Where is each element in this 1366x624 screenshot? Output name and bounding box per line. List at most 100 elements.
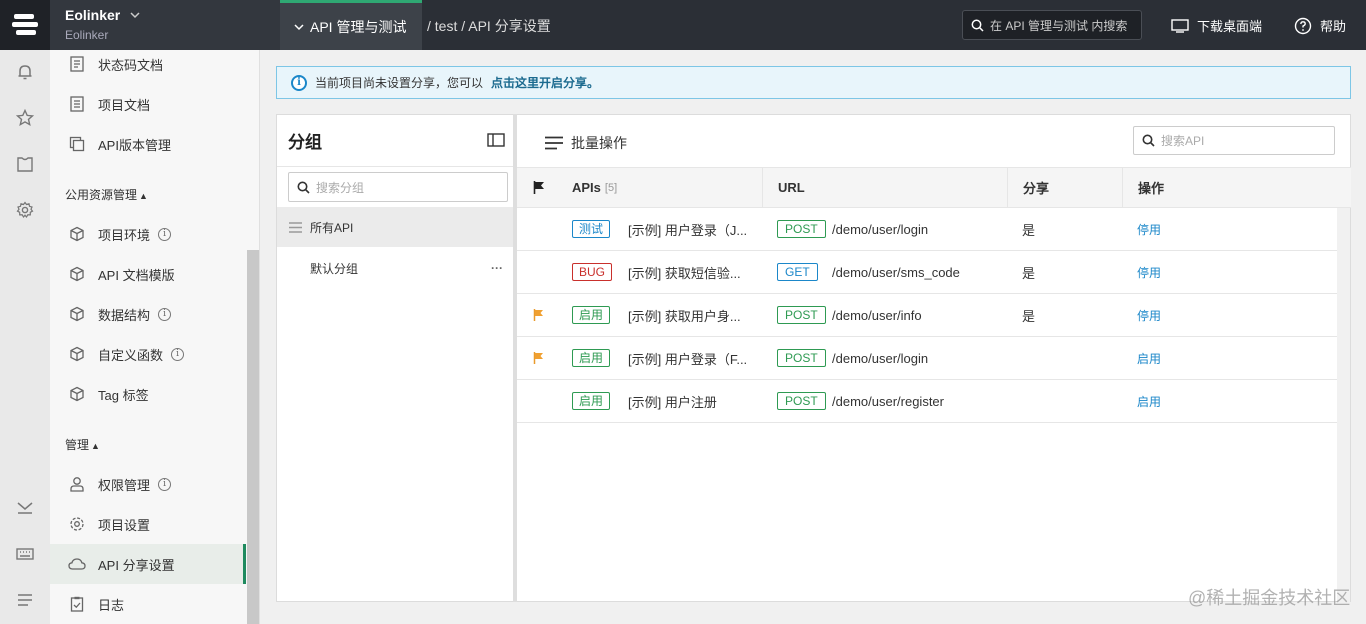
table-row[interactable]: 启用 [示例] 用户登录（F... POST /demo/user/login … xyxy=(517,337,1337,380)
more-options-icon[interactable]: ··· xyxy=(491,261,503,275)
nav-custom-functions[interactable]: 自定义函数 i xyxy=(50,334,246,374)
help-button[interactable]: 帮助 xyxy=(1294,16,1346,35)
project-module-tab[interactable]: API 管理与测试 xyxy=(280,0,422,50)
info-icon[interactable]: i xyxy=(171,347,185,361)
table-row[interactable]: 测试 [示例] 用户登录（J... POST /demo/user/login … xyxy=(517,208,1337,251)
group-panel-title: 分组 xyxy=(288,133,322,152)
star-flag-icon[interactable] xyxy=(533,294,544,336)
cube-icon xyxy=(68,225,86,243)
method-badge: POST xyxy=(777,306,826,324)
nav-label: 项目环境 xyxy=(98,227,151,243)
enable-share-link[interactable]: 点击这里开启分享。 xyxy=(491,74,599,91)
api-url: /demo/user/register xyxy=(832,393,944,409)
nav-label: API版本管理 xyxy=(98,137,171,153)
nav-label: 项目设置 xyxy=(98,517,151,533)
nav-label: 状态码文档 xyxy=(98,57,164,73)
help-icon xyxy=(1294,17,1312,34)
nav-api-doc-template[interactable]: API 文档模版 xyxy=(50,254,246,294)
api-search-placeholder: 搜索API xyxy=(1161,134,1205,148)
column-share[interactable]: 分享 xyxy=(1007,168,1122,207)
shirt-icon[interactable] xyxy=(15,154,35,174)
cube-icon xyxy=(68,305,86,323)
caret-up-icon: ▲ xyxy=(139,191,148,201)
group-default[interactable]: 默认分组 ··· xyxy=(277,248,513,288)
status-badge[interactable]: 启用 xyxy=(572,349,611,367)
toggle-share-link[interactable]: 停用 xyxy=(1137,251,1161,293)
nav-permissions[interactable]: 权限管理 i xyxy=(50,464,246,504)
star-icon[interactable] xyxy=(15,108,35,128)
workspace-switcher[interactable]: Eolinker Eolinker xyxy=(50,0,280,50)
status-badge[interactable]: BUG xyxy=(572,263,613,281)
nav-data-structures[interactable]: 数据结构 i xyxy=(50,294,246,334)
api-name[interactable]: [示例] 获取短信验... xyxy=(628,251,741,293)
menu-icon[interactable] xyxy=(15,590,35,610)
nav-tags[interactable]: Tag 标签 xyxy=(50,374,246,414)
top-bar: Eolinker Eolinker API 管理与测试 / test / API… xyxy=(0,0,1366,50)
nav-project-docs[interactable]: 项目文档 xyxy=(50,84,246,124)
toggle-share-link[interactable]: 启用 xyxy=(1137,380,1161,422)
collapse-down-icon[interactable] xyxy=(15,498,35,518)
keyboard-icon[interactable] xyxy=(15,544,35,564)
app-logo[interactable] xyxy=(0,0,50,50)
section-manage[interactable]: 管理 ▲ xyxy=(65,436,100,453)
group-all-apis[interactable]: 所有API xyxy=(277,207,513,247)
nav-logs[interactable]: 日志 xyxy=(50,584,246,624)
nav-project-env[interactable]: 项目环境 i xyxy=(50,214,246,254)
list-document-icon xyxy=(68,95,86,113)
monitor-icon xyxy=(1171,18,1189,33)
toggle-share-link[interactable]: 停用 xyxy=(1137,208,1161,250)
table-row[interactable]: 启用 [示例] 获取用户身... POST /demo/user/info 是 … xyxy=(517,294,1337,337)
sidebar-toggle-icon[interactable] xyxy=(487,133,505,147)
cube-icon xyxy=(68,385,86,403)
bell-icon[interactable] xyxy=(15,62,35,82)
section-shared-resources[interactable]: 公用资源管理 ▲ xyxy=(65,186,148,203)
status-badge[interactable]: 启用 xyxy=(572,306,611,324)
method-badge: POST xyxy=(777,349,826,367)
breadcrumb: / test / API 分享设置 xyxy=(427,18,551,34)
column-action-label: 操作 xyxy=(1138,181,1165,196)
column-action: 操作 xyxy=(1122,168,1351,207)
batch-operation-button[interactable]: 批量操作 xyxy=(545,133,627,153)
global-search-input[interactable]: 在 API 管理与测试 内搜索 xyxy=(962,10,1142,40)
status-badge[interactable]: 启用 xyxy=(572,392,611,410)
column-url-label: URL xyxy=(778,180,805,195)
method-badge: POST xyxy=(777,392,826,410)
project-sidebar: 状态码文档 项目文档 API版本管理 公用资源管理 ▲ 项目环境 i API 文档… xyxy=(50,50,260,624)
info-icon[interactable]: i xyxy=(158,477,172,491)
search-icon xyxy=(1142,134,1155,147)
api-name[interactable]: [示例] 用户登录（F... xyxy=(628,337,747,379)
api-name[interactable]: [示例] 获取用户身... xyxy=(628,294,741,336)
download-desktop-button[interactable]: 下载桌面端 xyxy=(1171,16,1262,35)
nav-status-code-docs[interactable]: 状态码文档 xyxy=(50,50,246,84)
api-list-scrollbar[interactable] xyxy=(1337,208,1350,602)
nav-project-settings[interactable]: 项目设置 xyxy=(50,504,246,544)
status-badge[interactable]: 测试 xyxy=(572,220,611,238)
toggle-share-link[interactable]: 停用 xyxy=(1137,294,1161,336)
api-search-input[interactable]: 搜索API xyxy=(1133,126,1335,155)
nav-api-share-settings[interactable]: API 分享设置 xyxy=(50,544,246,584)
group-search-input[interactable]: 搜索分组 xyxy=(288,172,508,202)
gear-icon[interactable] xyxy=(15,200,35,220)
api-list-panel: 批量操作 搜索API APIs [5] URL 分享 操作 测试 [示例] 用户… xyxy=(517,114,1351,602)
info-icon[interactable]: i xyxy=(158,307,172,321)
api-table-header: APIs [5] URL 分享 操作 xyxy=(517,167,1351,208)
column-url[interactable]: URL xyxy=(762,168,1007,207)
flag-column-header[interactable] xyxy=(517,168,562,207)
star-flag-icon[interactable] xyxy=(533,337,544,379)
api-name[interactable]: [示例] 用户登录（J... xyxy=(628,208,747,250)
versions-icon xyxy=(68,135,86,153)
notice-text: 当前项目尚未设置分享，您可以 xyxy=(315,76,484,90)
api-name[interactable]: [示例] 用户注册 xyxy=(628,380,717,422)
cube-icon xyxy=(68,265,86,283)
sidebar-scrollbar[interactable] xyxy=(247,250,259,624)
menu-icon xyxy=(289,221,302,233)
flag-icon xyxy=(533,181,544,194)
column-apis[interactable]: APIs [5] xyxy=(562,168,762,207)
toggle-share-link[interactable]: 启用 xyxy=(1137,337,1161,379)
section-label: 管理 xyxy=(65,438,90,452)
share-status: 是 xyxy=(1022,308,1036,324)
info-icon[interactable]: i xyxy=(158,227,172,241)
nav-api-versions[interactable]: API版本管理 xyxy=(50,124,246,164)
table-row[interactable]: BUG [示例] 获取短信验... GET /demo/user/sms_cod… xyxy=(517,251,1337,294)
table-row[interactable]: 启用 [示例] 用户注册 POST /demo/user/register 启用 xyxy=(517,380,1337,423)
